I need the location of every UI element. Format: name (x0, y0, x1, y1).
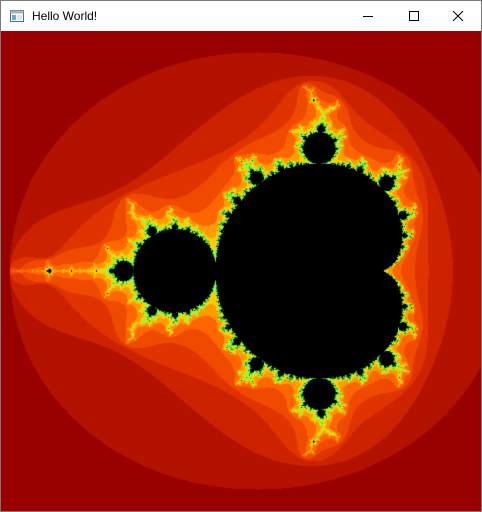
maximize-icon (409, 11, 419, 21)
minimize-button[interactable] (345, 1, 391, 31)
minimize-icon (363, 16, 373, 17)
close-button[interactable] (435, 1, 481, 31)
window-title: Hello World! (32, 9, 98, 23)
mandelbrot-canvas[interactable] (1, 31, 481, 511)
window-app-icon (10, 10, 24, 22)
close-icon (452, 10, 464, 22)
fractal-view[interactable] (1, 31, 481, 511)
app-window: Hello World! (0, 0, 482, 512)
title-bar[interactable]: Hello World! (1, 1, 481, 31)
maximize-button[interactable] (391, 1, 437, 31)
